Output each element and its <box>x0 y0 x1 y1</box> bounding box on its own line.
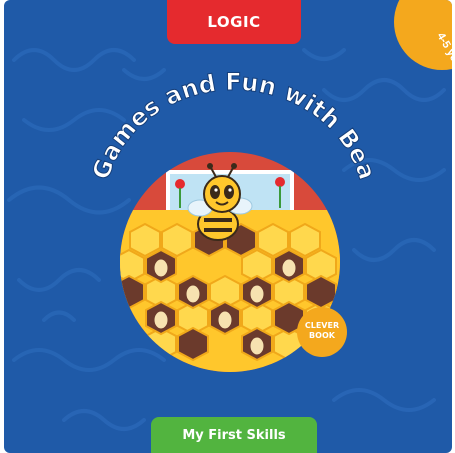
svg-text:BOOK: BOOK <box>309 331 336 340</box>
clever-book-logo: CLEVER BOOK <box>297 307 347 357</box>
book-cover: LOGIC 4-5 years Games and Fun with Bea C… <box>4 0 452 453</box>
category-tab: LOGIC <box>167 0 301 44</box>
series-tab: My First Skills <box>151 417 317 453</box>
svg-text:CLEVER: CLEVER <box>305 321 339 330</box>
